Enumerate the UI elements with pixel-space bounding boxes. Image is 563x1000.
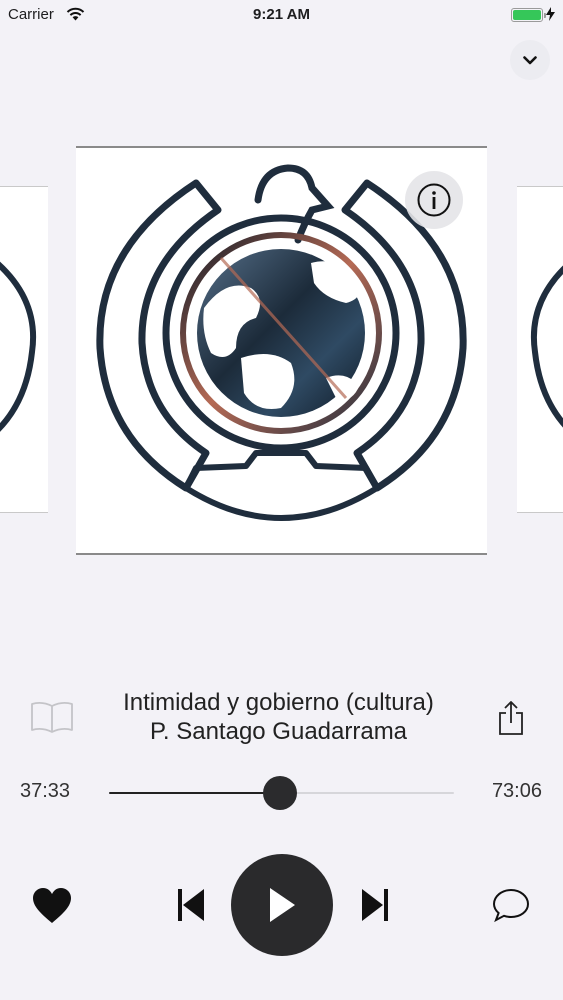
comment-bubble-icon[interactable]	[492, 887, 530, 923]
track-title: Intimidad y gobierno (cultura)	[123, 689, 434, 716]
skip-forward-icon[interactable]	[360, 887, 390, 923]
skip-back-icon[interactable]	[176, 887, 206, 923]
elapsed-time: 37:33	[20, 780, 71, 802]
scrubber-thumb[interactable]	[262, 776, 297, 810]
charging-bolt-icon	[546, 7, 555, 21]
battery-icon	[511, 8, 546, 22]
scrubber-progress	[109, 792, 280, 794]
book-icon[interactable]	[30, 700, 74, 734]
battery-level	[513, 10, 541, 20]
player-screen: Carrier 9:21 AM Intimidad y gobierno (cu…	[0, 0, 563, 1000]
share-icon[interactable]	[497, 700, 525, 736]
heart-icon[interactable]	[32, 887, 72, 925]
track-info: Intimidad y gobierno (cultura) P. Santag…	[86, 688, 471, 746]
track-artist: P. Santago Guadarrama	[149, 718, 408, 745]
collapse-button[interactable]	[510, 40, 550, 80]
info-icon	[417, 183, 451, 217]
next-artwork[interactable]	[517, 186, 563, 513]
play-icon	[270, 888, 295, 922]
playback-scrubber[interactable]	[109, 776, 454, 810]
chevron-down-icon	[523, 55, 537, 64]
info-button[interactable]	[405, 171, 463, 229]
previous-artwork[interactable]	[0, 186, 48, 513]
status-bar: Carrier 9:21 AM	[0, 0, 563, 30]
status-time: 9:21 AM	[253, 6, 310, 23]
total-time: 73:06	[491, 780, 542, 802]
play-button[interactable]	[231, 854, 333, 956]
